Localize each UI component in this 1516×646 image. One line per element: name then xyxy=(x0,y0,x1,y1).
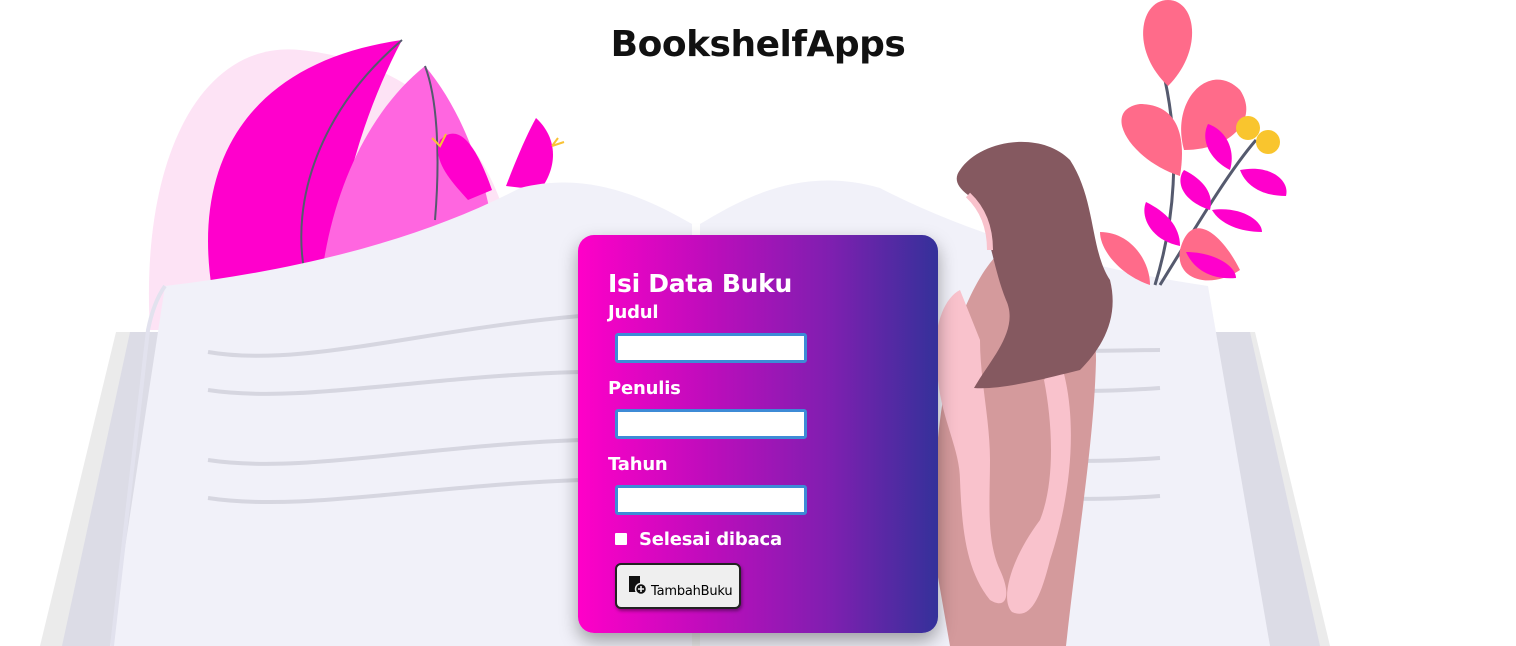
form-heading: Isi Data Buku xyxy=(608,269,792,298)
plant-leaf-shape xyxy=(1240,168,1287,196)
add-book-button[interactable]: TambahBuku xyxy=(615,563,741,609)
berry-shape xyxy=(1256,130,1280,154)
add-book-button-label: TambahBuku xyxy=(651,583,733,599)
title-label: Judul xyxy=(608,302,659,323)
plant-leaf-shape xyxy=(1180,170,1211,210)
author-input[interactable] xyxy=(615,409,807,439)
add-book-icon xyxy=(629,576,647,596)
plant-leaf-shape xyxy=(1121,104,1182,176)
berry-shape xyxy=(1236,116,1260,140)
year-label: Tahun xyxy=(608,454,668,475)
read-status-label: Selesai dibaca xyxy=(639,528,782,550)
read-status-checkbox[interactable] xyxy=(615,533,627,545)
title-input[interactable] xyxy=(615,333,807,363)
year-input[interactable] xyxy=(615,485,807,515)
read-status-row: Selesai dibaca xyxy=(615,527,908,551)
tulip-shape xyxy=(506,118,553,190)
app-title: BookshelfApps xyxy=(610,24,906,65)
plant-leaf-shape xyxy=(1144,202,1180,246)
author-label: Penulis xyxy=(608,378,681,399)
bookshelf-page: BookshelfApps Isi Data Buku Judul Penuli… xyxy=(0,0,1516,646)
add-book-form: Isi Data Buku Judul Penulis Tahun Selesa… xyxy=(578,235,938,633)
plant-leaf-shape xyxy=(1212,209,1262,232)
